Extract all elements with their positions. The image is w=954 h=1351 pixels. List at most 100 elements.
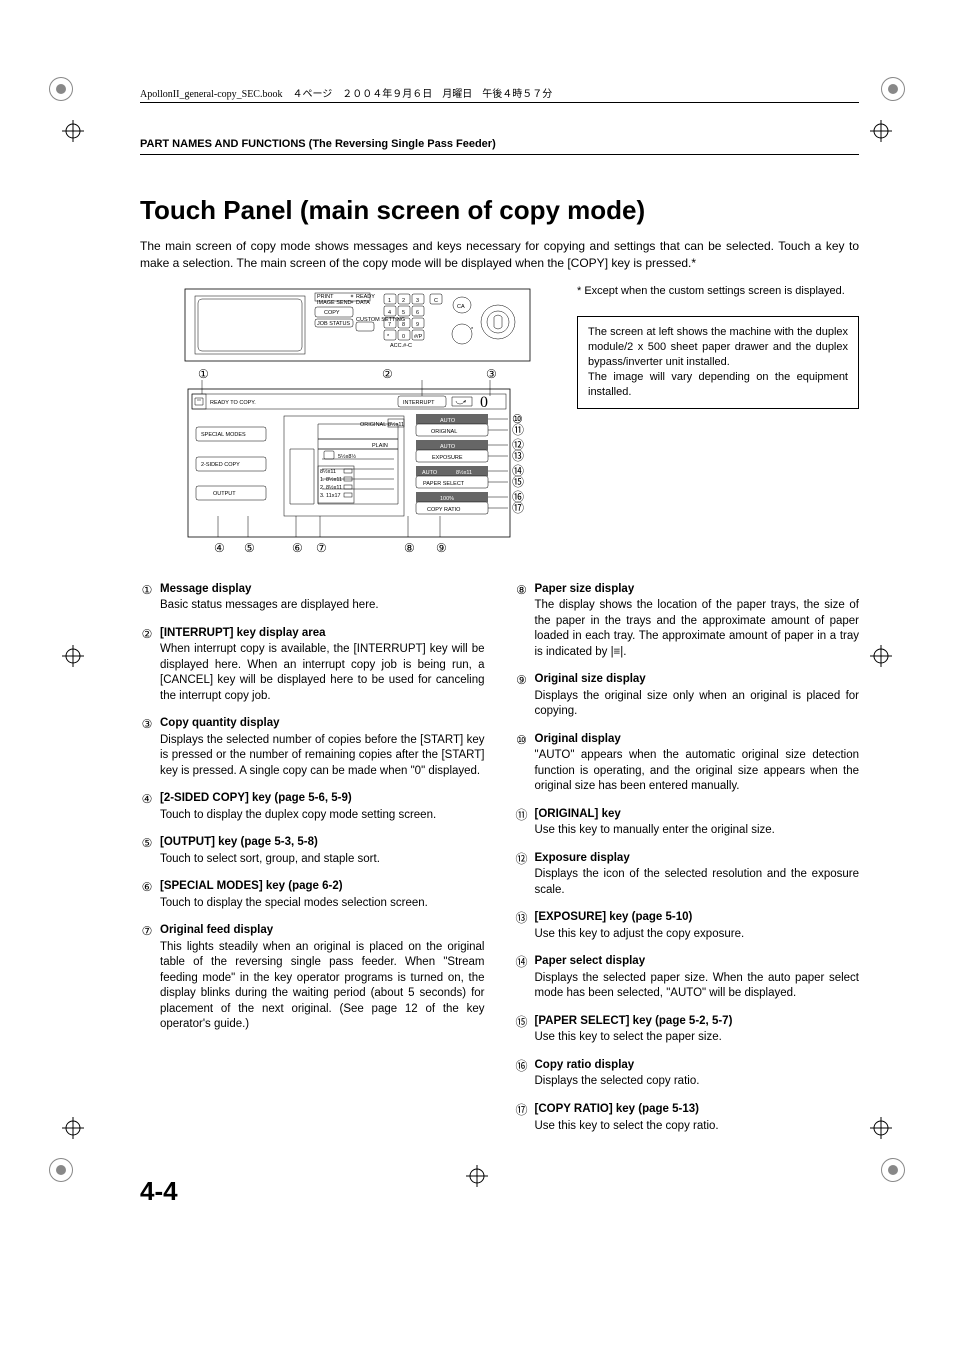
registration-mark-icon — [876, 72, 910, 106]
svg-text:AUTO: AUTO — [440, 444, 456, 450]
svg-text:⑥: ⑥ — [292, 541, 303, 555]
description-item: ⑭ Paper select display Displays the select… — [515, 954, 860, 1002]
item-body: Use this key to select the paper size. — [535, 1030, 860, 1046]
item-number: ② — [140, 626, 154, 642]
item-title: Copy quantity display — [160, 717, 280, 729]
item-title: Original feed display — [160, 924, 273, 936]
item-body: Use this key to manually enter the origi… — [535, 823, 860, 839]
svg-text:⑮: ⑮ — [512, 475, 524, 489]
page-number: 4-4 — [140, 1176, 859, 1207]
crop-crosshair-icon — [870, 1117, 892, 1139]
svg-text:5: 5 — [402, 310, 405, 316]
svg-text:AUTO: AUTO — [422, 470, 438, 476]
svg-text:COPY: COPY — [324, 310, 340, 316]
item-body: Touch to display the duplex copy mode se… — [160, 808, 485, 824]
svg-text:④: ④ — [214, 541, 225, 555]
item-title: Message display — [160, 583, 251, 595]
item-title: [COPY RATIO] key (page 5-13) — [535, 1103, 699, 1115]
description-item: ⑪[ORIGINAL] keyUse this key to manually … — [515, 807, 860, 839]
description-item: ④ [2-SIDED COPY] key (page 5-6, 5-9) Touch… — [140, 791, 485, 823]
svg-text:ORIGINAL: ORIGINAL — [360, 422, 386, 428]
item-number: ⑭ — [515, 954, 529, 970]
svg-text:3: 3 — [416, 298, 419, 304]
item-title: Original display — [535, 733, 621, 745]
item-number: ⑫ — [515, 851, 529, 867]
item-body: Displays the icon of the selected resolu… — [535, 867, 860, 898]
registration-mark-icon — [44, 72, 78, 106]
svg-text:OUTPUT: OUTPUT — [213, 491, 236, 497]
svg-text:⑨: ⑨ — [436, 541, 447, 555]
description-item: ⑦Original feed displayThis lights steadi… — [140, 923, 485, 1033]
svg-text:①: ① — [198, 367, 209, 381]
crop-crosshair-icon — [62, 120, 84, 142]
item-body: Use this key to adjust the copy exposure… — [535, 927, 860, 943]
item-body: Displays the selected copy ratio. — [535, 1074, 860, 1090]
svg-text:8½x11: 8½x11 — [456, 469, 472, 476]
svg-text:⑪: ⑪ — [512, 423, 524, 437]
item-title: [INTERRUPT] key display area — [160, 627, 326, 639]
item-number: ③ — [140, 716, 154, 732]
item-body: Displays the selected paper size. When t… — [535, 971, 860, 1002]
item-number: ⑥ — [140, 879, 154, 895]
svg-text:8½x11: 8½x11 — [326, 476, 342, 483]
svg-text:②: ② — [382, 367, 393, 381]
item-number: ⑮ — [515, 1014, 529, 1030]
item-body: "AUTO" appears when the automatic origin… — [535, 748, 860, 795]
item-title: [2-SIDED COPY] key (page 5-6, 5-9) — [160, 792, 352, 804]
item-body: Touch to select sort, group, and staple … — [160, 852, 485, 868]
svg-text:EXPOSURE: EXPOSURE — [432, 455, 463, 461]
description-item: ⑮ [PAPER SELECT] key (page 5-2, 5-7) Use t… — [515, 1014, 860, 1046]
item-title: Paper select display — [535, 955, 646, 967]
registration-mark-icon — [876, 1153, 910, 1187]
svg-text:READY TO COPY.: READY TO COPY. — [210, 400, 256, 406]
description-item: ⑤[OUTPUT] key (page 5-3, 5-8)Touch to se… — [140, 835, 485, 867]
page-title: Touch Panel (main screen of copy mode) — [140, 195, 859, 226]
svg-text:*: * — [471, 327, 474, 333]
left-column: ① Message display Basic status messages ar… — [140, 582, 485, 1146]
svg-text:2: 2 — [402, 298, 405, 304]
figure-touch-panel: .ln{stroke:#000;stroke-width:0.8;fill:no… — [140, 284, 555, 564]
description-item: ⑰[COPY RATIO] key (page 5-13)Use this ke… — [515, 1102, 860, 1134]
crop-crosshair-icon — [870, 120, 892, 142]
description-item: ⑩Original display"AUTO" appears when the… — [515, 732, 860, 795]
svg-text:3.: 3. — [320, 493, 325, 499]
svg-text:8½x11: 8½x11 — [320, 468, 336, 475]
description-item: ⑥ [SPECIAL MODES] key (page 6-2) Touch to … — [140, 879, 485, 911]
svg-text:INTERRUPT: INTERRUPT — [403, 400, 435, 406]
description-item: ⑫Exposure displayDisplays the icon of th… — [515, 851, 860, 899]
book-running-head: ApollonII_general-copy_SEC.book ４ページ ２００… — [140, 85, 859, 103]
svg-text:5½x8½: 5½x8½ — [338, 453, 356, 460]
svg-text:11x17: 11x17 — [326, 493, 341, 499]
svg-text:*: * — [387, 334, 390, 340]
item-body: When interrupt copy is available, the [I… — [160, 642, 485, 704]
item-title: [PAPER SELECT] key (page 5-2, 5-7) — [535, 1015, 733, 1027]
item-body: Displays the original size only when an … — [535, 689, 860, 720]
item-title: Original size display — [535, 673, 646, 685]
item-number: ⑨ — [515, 672, 529, 688]
item-number: ④ — [140, 791, 154, 807]
svg-text:⑬: ⑬ — [512, 449, 524, 463]
svg-text:8½x11: 8½x11 — [326, 484, 342, 491]
note-equipment-config: The screen at left shows the machine wit… — [577, 316, 859, 408]
item-body: This lights steadily when an original is… — [160, 940, 485, 1033]
item-number: ⑤ — [140, 835, 154, 851]
item-title: Paper size display — [535, 583, 635, 595]
description-item: ② [INTERRUPT] key display area When interr… — [140, 626, 485, 705]
item-number: ① — [140, 582, 154, 598]
item-body: Touch to display the special modes selec… — [160, 896, 485, 912]
svg-text:6: 6 — [416, 310, 419, 316]
svg-text:8: 8 — [402, 322, 405, 328]
svg-text:⑧: ⑧ — [404, 541, 415, 555]
footnote-custom-settings: * Except when the custom settings screen… — [577, 284, 859, 299]
item-body: Displays the selected number of copies b… — [160, 733, 485, 780]
item-body: Basic status messages are displayed here… — [160, 598, 485, 614]
svg-text:③: ③ — [486, 367, 497, 381]
svg-text:0: 0 — [480, 394, 488, 411]
svg-text:JOB STATUS: JOB STATUS — [317, 321, 350, 327]
svg-text:9: 9 — [416, 322, 419, 328]
item-title: [SPECIAL MODES] key (page 6-2) — [160, 880, 343, 892]
svg-text:C: C — [434, 298, 438, 304]
svg-text:CA: CA — [457, 304, 465, 310]
description-item: ③ Copy quantity display Displays the selec… — [140, 716, 485, 779]
svg-text:1: 1 — [388, 298, 391, 304]
